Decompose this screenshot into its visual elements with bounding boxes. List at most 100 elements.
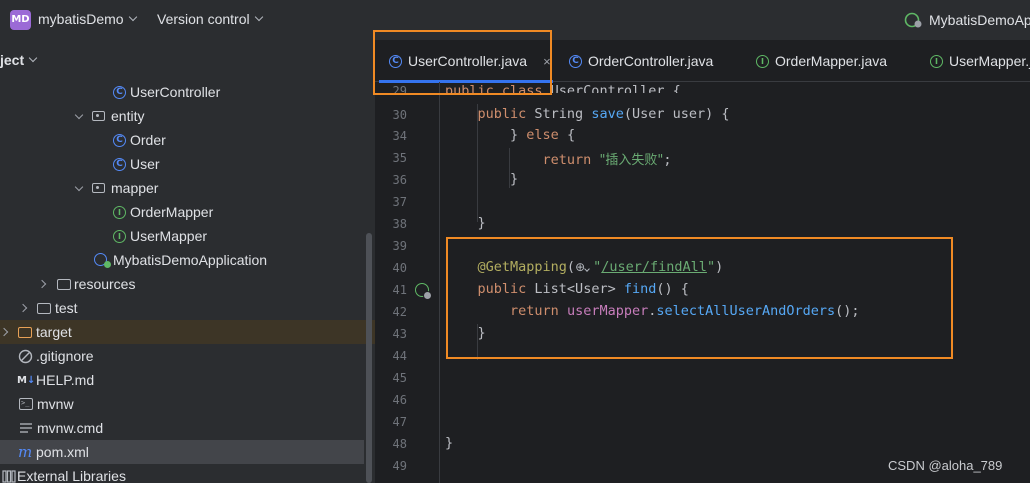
chevron-down-icon bbox=[128, 12, 137, 22]
tree-item-help-md[interactable]: M↓ HELP.md bbox=[0, 368, 364, 392]
tab-ordermapper[interactable]: I OrderMapper.java bbox=[742, 40, 887, 82]
tab-label: UserController.java bbox=[408, 53, 528, 69]
tree-item-test[interactable]: test bbox=[0, 296, 364, 320]
project-panel-header[interactable]: ject bbox=[0, 52, 38, 68]
line-number: 36 bbox=[392, 173, 407, 187]
code-line-40: @GetMapping(⊕ "/user/findAll") bbox=[477, 259, 724, 275]
tree-item-label: pom.xml bbox=[36, 444, 89, 460]
tree-item-pom-xml[interactable]: m pom.xml bbox=[0, 440, 364, 464]
tab-usercontroller[interactable]: C UserController.java × bbox=[375, 40, 553, 83]
tree-item-label: mapper bbox=[111, 180, 159, 196]
globe-icon[interactable]: ⊕ bbox=[575, 260, 585, 274]
line-number: 38 bbox=[392, 217, 407, 231]
interface-icon: I bbox=[113, 229, 126, 243]
line-number: 30 bbox=[392, 108, 407, 122]
project-badge[interactable]: MD bbox=[10, 10, 31, 30]
tab-label: OrderMapper.java bbox=[775, 53, 888, 69]
tab-label: UserMapper.j bbox=[949, 53, 1030, 69]
project-panel-scrollbar[interactable] bbox=[366, 233, 372, 483]
line-number: 37 bbox=[392, 195, 407, 209]
collapse-arrow-icon[interactable] bbox=[18, 303, 28, 313]
code-line-42: return userMapper.selectAllUserAndOrders… bbox=[510, 303, 860, 319]
line-number: 40 bbox=[392, 261, 407, 275]
project-name: mybatisDemo bbox=[38, 11, 124, 27]
tree-item-mybatisdemoapplication[interactable]: MybatisDemoApplication bbox=[0, 248, 364, 272]
package-icon bbox=[92, 183, 105, 193]
folder-icon bbox=[18, 326, 32, 338]
vcs-label: Version control bbox=[157, 11, 250, 27]
tree-item-label: mvnw bbox=[37, 396, 74, 412]
gutter-divider bbox=[439, 82, 440, 483]
line-number: 44 bbox=[392, 349, 407, 363]
expand-arrow-icon[interactable] bbox=[74, 110, 84, 119]
tree-item-order[interactable]: C Order bbox=[0, 128, 364, 152]
tree-item-label: User bbox=[130, 156, 160, 172]
tab-label: OrderController.java bbox=[588, 53, 714, 69]
interface-icon: I bbox=[756, 54, 769, 68]
collapse-arrow-icon[interactable] bbox=[37, 279, 47, 289]
line-number: 48 bbox=[392, 437, 407, 451]
tree-item-usercontroller[interactable]: C UserController bbox=[0, 80, 364, 104]
tree-item-mvnw[interactable]: >_ mvnw bbox=[0, 392, 364, 416]
spring-endpoint-icon[interactable] bbox=[415, 283, 432, 300]
code-line-41: public List<User> find() { bbox=[477, 281, 689, 297]
code-line-34: } else { bbox=[510, 127, 576, 143]
folder-icon bbox=[37, 302, 51, 314]
tree-item-label: mvnw.cmd bbox=[37, 420, 104, 436]
class-icon: C bbox=[569, 54, 582, 68]
chevron-down-icon bbox=[254, 12, 263, 22]
terminal-icon: >_ bbox=[19, 398, 33, 410]
tree-item-external-libraries[interactable]: External Libraries bbox=[0, 464, 364, 483]
text-icon bbox=[20, 423, 32, 433]
line-number: 39 bbox=[392, 239, 407, 253]
line-number: 46 bbox=[392, 393, 407, 407]
tree-item-label: OrderMapper bbox=[130, 204, 214, 220]
spring-class-icon bbox=[94, 252, 111, 268]
line-number: 43 bbox=[392, 327, 407, 341]
tree-item-entity[interactable]: entity bbox=[0, 104, 364, 128]
line-number: 34 bbox=[392, 129, 407, 143]
chevron-down-icon[interactable] bbox=[584, 259, 593, 275]
tab-usermapper[interactable]: I UserMapper.j bbox=[916, 40, 1030, 82]
tree-item-label: target bbox=[36, 324, 72, 340]
editor-tab-bar: C UserController.java × C OrderControlle… bbox=[375, 40, 1030, 83]
code-line-35: return "插入失败"; bbox=[542, 152, 672, 168]
tree-item-label: External Libraries bbox=[17, 468, 126, 483]
tree-item-target[interactable]: target bbox=[0, 320, 375, 344]
tree-item-label: HELP.md bbox=[36, 372, 95, 388]
tree-item-mapper[interactable]: mapper bbox=[0, 176, 364, 200]
code-line-30: public String save(User user) { bbox=[477, 106, 730, 122]
run-config-label: MybatisDemoAp bbox=[929, 12, 1030, 28]
code-line-43: } bbox=[477, 325, 486, 341]
tree-item-usermapper[interactable]: I UserMapper bbox=[0, 224, 364, 248]
tree-item-label: MybatisDemoApplication bbox=[113, 252, 268, 268]
tree-item-user[interactable]: C User bbox=[0, 152, 364, 176]
expand-arrow-icon[interactable] bbox=[74, 182, 84, 191]
vcs-menu[interactable]: Version control bbox=[157, 11, 263, 27]
code-area[interactable]: 29 public class UserController { 30 publ… bbox=[375, 82, 1030, 483]
tree-item-label: UserMapper bbox=[130, 228, 208, 244]
interface-icon: I bbox=[113, 205, 126, 219]
tree-item-label: .gitignore bbox=[36, 348, 94, 364]
editor: C UserController.java × C OrderControlle… bbox=[375, 40, 1030, 483]
line-number: 47 bbox=[392, 415, 407, 429]
tree-item-ordermapper[interactable]: I OrderMapper bbox=[0, 200, 364, 224]
run-config-selector[interactable]: MybatisDemoAp bbox=[903, 11, 1030, 29]
title-bar: MD mybatisDemo Version control MybatisDe… bbox=[0, 0, 1030, 40]
library-icon bbox=[2, 470, 16, 483]
code-line-48: } bbox=[445, 435, 454, 451]
code-line-29: public class UserController { bbox=[445, 83, 681, 99]
project-panel: ject C UserController entity C Order C U… bbox=[0, 40, 375, 483]
class-icon: C bbox=[113, 133, 126, 147]
project-selector[interactable]: mybatisDemo bbox=[38, 11, 137, 27]
tab-ordercontroller[interactable]: C OrderController.java bbox=[555, 40, 713, 82]
tree-item-mvnw-cmd[interactable]: mvnw.cmd bbox=[0, 416, 364, 440]
tree-item-label: entity bbox=[111, 108, 145, 124]
close-icon[interactable]: × bbox=[543, 54, 551, 69]
tree-item-label: UserController bbox=[130, 84, 221, 100]
line-number: 35 bbox=[392, 151, 407, 165]
collapse-arrow-icon[interactable] bbox=[0, 327, 9, 337]
tree-item-resources[interactable]: resources bbox=[0, 272, 364, 296]
tree-item-gitignore[interactable]: .gitignore bbox=[0, 344, 364, 368]
request-mapping-url[interactable]: /user/findAll bbox=[601, 259, 707, 275]
